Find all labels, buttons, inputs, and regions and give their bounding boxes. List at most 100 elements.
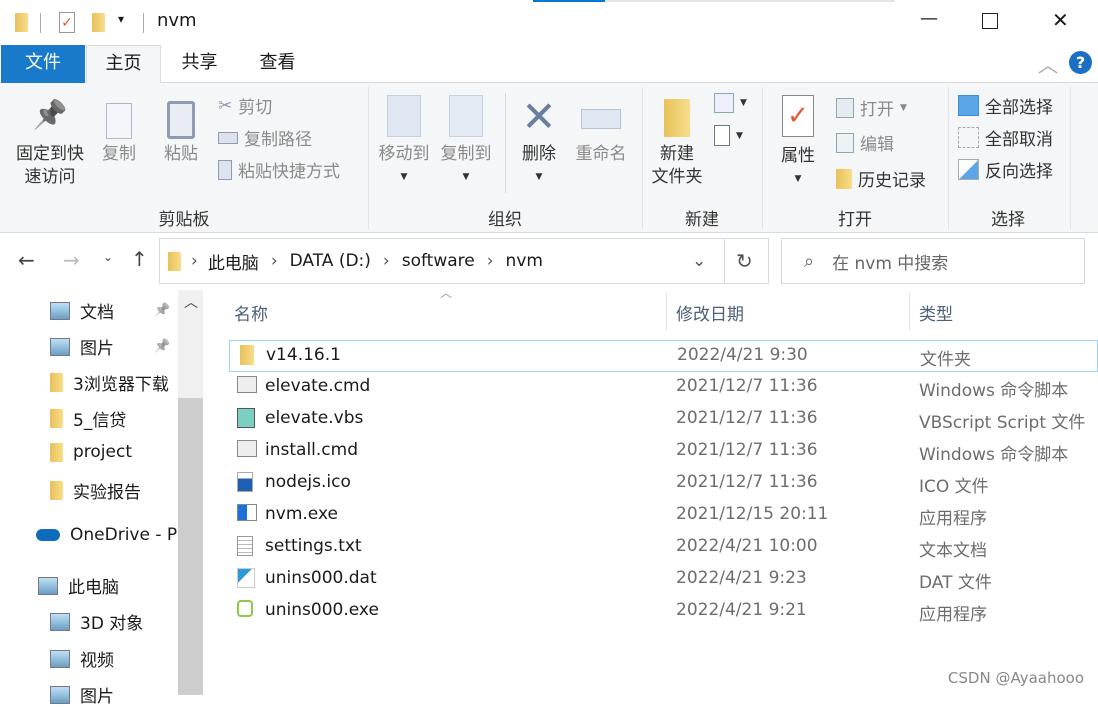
tab-file[interactable]: 文件: [1, 45, 85, 83]
nav-item-label: 实验报告: [73, 483, 141, 503]
up-button[interactable]: ↑: [131, 247, 148, 271]
file-date: 2021/12/7 11:36: [676, 376, 818, 396]
column-header-type[interactable]: 类型: [919, 300, 953, 325]
select-all-label: 全部选择: [985, 98, 1053, 118]
tab-share[interactable]: 共享: [162, 45, 237, 83]
maximize-button[interactable]: [982, 13, 998, 29]
edit-label: 编辑: [860, 135, 894, 155]
chevron-right-icon[interactable]: ›: [271, 251, 278, 271]
chevron-right-icon[interactable]: ›: [383, 251, 390, 271]
copy-path-icon: [218, 131, 238, 144]
file-row[interactable]: install.cmd 2021/12/7 11:36 Windows 命令脚本: [229, 436, 1098, 468]
file-row[interactable]: unins000.exe 2022/4/21 9:21 应用程序: [229, 596, 1098, 628]
new-folder-button[interactable]: 新建 文件夹: [646, 97, 708, 189]
nav-scrollbar-thumb[interactable]: [178, 398, 203, 695]
chevron-right-icon[interactable]: ›: [487, 251, 494, 271]
search-input[interactable]: ⌕ 在 nvm 中搜索: [781, 238, 1085, 284]
select-none-button[interactable]: 全部取消: [958, 125, 1053, 150]
properties-qa-icon[interactable]: ✓: [59, 12, 75, 33]
cut-button[interactable]: ✂ 剪切: [218, 93, 272, 119]
nodejs-icon: [237, 600, 253, 617]
close-button[interactable]: ✕: [1052, 8, 1069, 32]
move-to-button[interactable]: 移动到 ▼: [374, 95, 434, 189]
recent-locations-icon[interactable]: ⌄: [103, 250, 113, 264]
new-folder-qa-icon[interactable]: [92, 13, 105, 32]
breadcrumb-nvm[interactable]: nvm: [506, 251, 543, 271]
nav-item[interactable]: 视频: [50, 646, 114, 671]
nav-item[interactable]: 文档 📌: [50, 298, 170, 323]
nav-item[interactable]: 5_信贷: [50, 406, 126, 431]
tab-home[interactable]: 主页: [86, 45, 161, 84]
file-row[interactable]: nvm.exe 2021/12/15 20:11 应用程序: [229, 500, 1098, 532]
breadcrumb-this-pc[interactable]: 此电脑: [208, 249, 259, 274]
nav-item[interactable]: 图片 📌: [50, 334, 170, 359]
pin-label-1: 固定到快: [16, 144, 84, 164]
file-date: 2022/4/21 9:21: [676, 600, 807, 620]
file-row[interactable]: nodejs.ico 2021/12/7 11:36 ICO 文件: [229, 468, 1098, 500]
pin-quick-access-button[interactable]: 📌 固定到快 速访问: [10, 101, 90, 189]
copy-path-button[interactable]: 复制路径: [218, 125, 312, 150]
column-divider[interactable]: [909, 292, 910, 330]
paste-shortcut-label: 粘贴快捷方式: [238, 162, 340, 182]
nav-item[interactable]: project: [50, 442, 132, 462]
file-type: DAT 文件: [919, 573, 992, 593]
column-header-date[interactable]: 修改日期: [676, 300, 744, 325]
help-icon[interactable]: ?: [1069, 51, 1092, 74]
nav-item[interactable]: 3D 对象: [50, 609, 143, 634]
column-header-name[interactable]: 名称: [234, 300, 268, 325]
column-divider[interactable]: [666, 292, 667, 330]
properties-button[interactable]: ✓ 属性 ▼: [772, 95, 824, 191]
copy-button[interactable]: 复制: [96, 97, 142, 166]
file-row[interactable]: v14.16.1 2022/4/21 9:30 文件夹: [229, 340, 1098, 372]
minimize-button[interactable]: —: [920, 8, 938, 29]
file-row[interactable]: settings.txt 2022/4/21 10:00 文本文档: [229, 532, 1098, 564]
paste-shortcut-icon: [218, 159, 232, 180]
history-label: 历史记录: [858, 171, 926, 191]
divider: [724, 239, 725, 283]
easy-access-button[interactable]: ▼: [714, 125, 743, 146]
file-name: nvm.exe: [265, 504, 338, 524]
breadcrumb-data-d[interactable]: DATA (D:): [290, 251, 371, 271]
invert-selection-icon: [958, 159, 979, 180]
organize-group-label: 组织: [488, 210, 522, 230]
scroll-up-icon[interactable]: ︿: [184, 292, 198, 312]
3d-objects-icon: [50, 612, 70, 631]
refresh-button[interactable]: ↻: [736, 249, 753, 273]
open-button[interactable]: 打开 ▼: [836, 95, 907, 120]
address-dropdown-icon[interactable]: ⌄: [692, 251, 706, 271]
select-none-icon: [958, 127, 979, 148]
back-button[interactable]: ←: [18, 248, 35, 272]
file-name: unins000.dat: [265, 568, 377, 588]
delete-button[interactable]: ✕ 删除 ▼: [514, 95, 564, 189]
address-bar[interactable]: › 此电脑 › DATA (D:) › software › nvm ⌄ ↻: [159, 238, 769, 284]
nav-item-label: OneDrive - P: [70, 525, 178, 545]
file-date: 2021/12/15 20:11: [676, 504, 829, 524]
nav-item[interactable]: 3浏览器下载: [50, 370, 169, 395]
divider: [505, 93, 506, 193]
file-row[interactable]: elevate.cmd 2021/12/7 11:36 Windows 命令脚本: [229, 372, 1098, 404]
copy-to-button[interactable]: 复制到 ▼: [436, 95, 496, 189]
forward-button[interactable]: →: [63, 248, 80, 272]
invert-selection-button[interactable]: 反向选择: [958, 157, 1053, 182]
rename-button[interactable]: 重命名: [570, 95, 632, 166]
file-row[interactable]: unins000.dat 2022/4/21 9:23 DAT 文件: [229, 564, 1098, 596]
file-row[interactable]: elevate.vbs 2021/12/7 11:36 VBScript Scrip…: [229, 404, 1098, 436]
search-icon: ⌕: [804, 250, 815, 272]
nav-item[interactable]: 实验报告: [50, 478, 141, 503]
customize-qa-dropdown-icon[interactable]: ▾: [118, 12, 124, 26]
nav-item-label: 图片: [80, 339, 114, 359]
edit-button[interactable]: 编辑: [836, 130, 894, 155]
delete-label: 删除: [522, 144, 556, 164]
nav-item[interactable]: OneDrive - P: [36, 525, 177, 545]
breadcrumb-software[interactable]: software: [402, 251, 475, 271]
new-item-icon: [714, 93, 734, 113]
nav-item[interactable]: 此电脑: [38, 573, 119, 598]
select-all-icon: [958, 95, 979, 116]
collapse-ribbon-icon[interactable]: ︿: [1038, 49, 1058, 78]
select-all-button[interactable]: 全部选择: [958, 93, 1053, 118]
history-button[interactable]: 历史记录: [836, 166, 926, 191]
paste-button[interactable]: 粘贴: [156, 97, 206, 166]
paste-shortcut-button[interactable]: 粘贴快捷方式: [218, 157, 340, 182]
tab-view[interactable]: 查看: [240, 45, 315, 83]
new-item-button[interactable]: ▼: [714, 93, 747, 113]
